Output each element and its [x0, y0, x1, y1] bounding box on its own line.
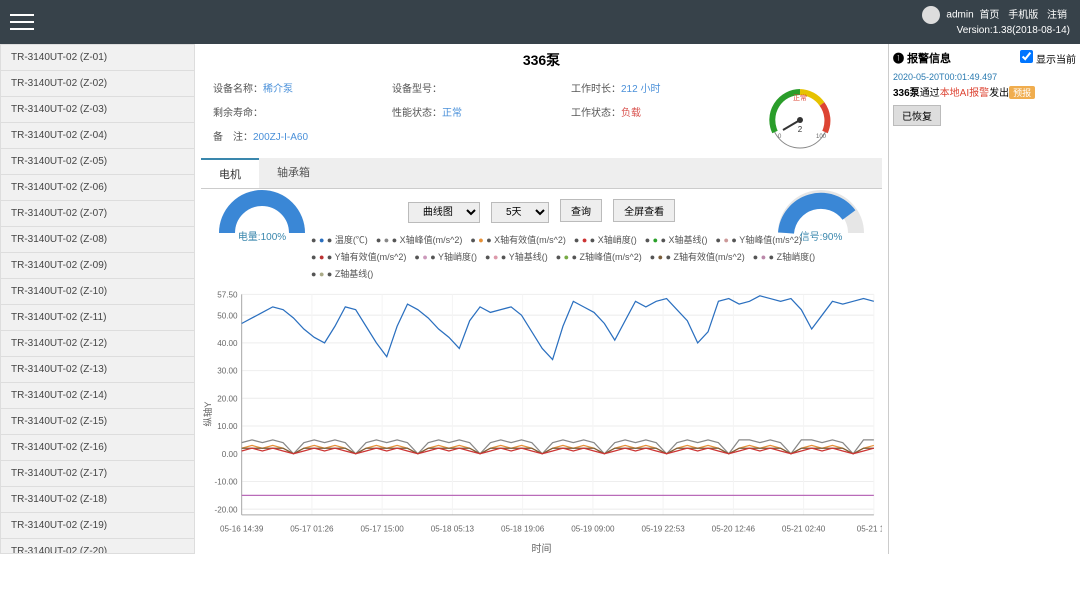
- legend-item[interactable]: Y轴峭度(): [414, 250, 477, 263]
- svg-text:05-19 22:53: 05-19 22:53: [641, 524, 685, 533]
- menu-icon[interactable]: [10, 9, 34, 35]
- alarm-panel: ❶ 报警信息 显示当前 2020-05-20T00:01:49.497 336泵…: [888, 44, 1080, 554]
- legend-item[interactable]: X轴峭度(): [574, 233, 637, 246]
- svg-text:100: 100: [816, 134, 827, 140]
- svg-text:05-20 12:46: 05-20 12:46: [712, 524, 756, 533]
- device-name: 稀介泵: [263, 84, 293, 95]
- sidebar-item[interactable]: TR-3140UT-02 (Z-02): [1, 71, 194, 97]
- sidebar-item[interactable]: TR-3140UT-02 (Z-18): [1, 487, 194, 513]
- legend-item[interactable]: Z轴峰值(m/s^2): [556, 250, 642, 263]
- query-button[interactable]: 查询: [560, 199, 602, 222]
- tab-motor[interactable]: 电机: [201, 158, 259, 188]
- device-perf: 正常: [442, 108, 462, 119]
- legend-item[interactable]: X轴峰值(m/s^2): [376, 233, 463, 246]
- svg-text:2: 2: [798, 125, 803, 134]
- avatar: [922, 6, 940, 24]
- gauge-dial: 正常 0 100 2: [750, 80, 850, 150]
- x-axis-label: 时间: [201, 540, 882, 554]
- sidebar-item[interactable]: TR-3140UT-02 (Z-17): [1, 461, 194, 487]
- device-info: 设备名称：稀介泵 设备型号： 工作时长：212 小时 正常 0 100 2: [201, 76, 882, 158]
- svg-text:正常: 正常: [793, 93, 807, 102]
- svg-text:05-17 01:26: 05-17 01:26: [290, 524, 334, 533]
- line-chart[interactable]: -20.00 -10.00 0.00 10.00 20.00 30.00 40.00 50.0…: [201, 284, 882, 544]
- legend-item[interactable]: Z轴峭度(): [753, 250, 815, 263]
- tabs: 电机 轴承箱: [201, 158, 882, 189]
- sidebar[interactable]: TR-3140UT-02 (Z-01)TR-3140UT-02 (Z-02)TR…: [0, 44, 195, 554]
- username: admin: [946, 10, 973, 21]
- version-text: Version:1.38(2018-08-14): [922, 24, 1070, 38]
- svg-text:05-21 14:: 05-21 14:: [857, 524, 882, 533]
- legend-item[interactable]: Z轴有效值(m/s^2): [650, 250, 745, 263]
- svg-text:57.50: 57.50: [217, 290, 238, 299]
- alarm-text: 336泵通过本地AI报警发出预报: [893, 84, 1076, 99]
- sidebar-item[interactable]: TR-3140UT-02 (Z-20): [1, 539, 194, 554]
- alarm-timestamp: 2020-05-20T00:01:49.497: [893, 72, 1076, 82]
- device-remark: 200ZJ-I-A60: [253, 132, 308, 143]
- tab-bearing[interactable]: 轴承箱: [259, 158, 328, 188]
- view-select[interactable]: 曲线图: [408, 202, 480, 223]
- chart-controls: 曲线图 5天 查询 全屏查看: [201, 193, 882, 229]
- legend-item[interactable]: Y轴基线(): [485, 250, 548, 263]
- svg-text:05-17 15:00: 05-17 15:00: [360, 524, 404, 533]
- alarm-title: ❶ 报警信息: [893, 50, 951, 66]
- svg-text:05-19 09:00: 05-19 09:00: [571, 524, 615, 533]
- svg-text:05-18 05:13: 05-18 05:13: [431, 524, 475, 533]
- show-current-checkbox[interactable]: 显示当前: [1020, 50, 1076, 66]
- sidebar-item[interactable]: TR-3140UT-02 (Z-16): [1, 435, 194, 461]
- svg-text:纵轴Y: 纵轴Y: [202, 402, 213, 427]
- content: 336泵 设备名称：稀介泵 设备型号： 工作时长：212 小时 正常 0: [195, 44, 888, 554]
- legend-item[interactable]: Z轴基线(): [311, 267, 373, 280]
- chart-legend: 温度(℃) X轴峰值(m/s^2) X轴有效值(m/s^2) X轴峭度() X轴基线()…: [201, 229, 882, 284]
- page-title: 336泵: [201, 44, 882, 76]
- ack-button[interactable]: 已恢复: [893, 105, 941, 126]
- legend-item[interactable]: 温度(℃): [311, 233, 368, 246]
- sidebar-item[interactable]: TR-3140UT-02 (Z-07): [1, 201, 194, 227]
- svg-text:50.00: 50.00: [217, 311, 238, 320]
- svg-text:0.00: 0.00: [222, 450, 238, 459]
- chart-area: 电量:100% 信号:90% 曲线图 5天 查询 全屏查看 温度(℃)X轴峰值(…: [201, 189, 882, 554]
- device-work: 负载: [621, 108, 641, 119]
- svg-text:05-18 19:06: 05-18 19:06: [501, 524, 545, 533]
- top-right: admin 首页 手机版 注销 Version:1.38(2018-08-14): [922, 6, 1070, 38]
- sidebar-item[interactable]: TR-3140UT-02 (Z-13): [1, 357, 194, 383]
- link-home[interactable]: 首页: [979, 10, 999, 21]
- svg-text:05-21 02:40: 05-21 02:40: [782, 524, 826, 533]
- device-hours: 212 小时: [621, 84, 660, 95]
- sidebar-item[interactable]: TR-3140UT-02 (Z-19): [1, 513, 194, 539]
- sidebar-item[interactable]: TR-3140UT-02 (Z-05): [1, 149, 194, 175]
- svg-text:-10.00: -10.00: [215, 477, 238, 486]
- fullscreen-button[interactable]: 全屏查看: [613, 199, 675, 222]
- link-mobile[interactable]: 手机版: [1008, 10, 1038, 21]
- svg-text:05-16 14:39: 05-16 14:39: [220, 524, 264, 533]
- svg-text:40.00: 40.00: [217, 339, 238, 348]
- sidebar-item[interactable]: TR-3140UT-02 (Z-12): [1, 331, 194, 357]
- svg-text:20.00: 20.00: [217, 394, 238, 403]
- range-select[interactable]: 5天: [491, 202, 549, 223]
- topbar: admin 首页 手机版 注销 Version:1.38(2018-08-14): [0, 0, 1080, 44]
- svg-text:10.00: 10.00: [217, 422, 238, 431]
- sidebar-item[interactable]: TR-3140UT-02 (Z-09): [1, 253, 194, 279]
- legend-item[interactable]: X轴有效值(m/s^2): [470, 233, 566, 246]
- sidebar-item[interactable]: TR-3140UT-02 (Z-08): [1, 227, 194, 253]
- sidebar-item[interactable]: TR-3140UT-02 (Z-04): [1, 123, 194, 149]
- sidebar-item[interactable]: TR-3140UT-02 (Z-06): [1, 175, 194, 201]
- svg-text:-20.00: -20.00: [215, 505, 238, 514]
- sidebar-item[interactable]: TR-3140UT-02 (Z-10): [1, 279, 194, 305]
- legend-item[interactable]: Y轴有效值(m/s^2): [311, 250, 406, 263]
- legend-item[interactable]: Y轴峰值(m/s^2): [716, 233, 802, 246]
- sidebar-item[interactable]: TR-3140UT-02 (Z-01): [1, 45, 194, 71]
- sidebar-item[interactable]: TR-3140UT-02 (Z-11): [1, 305, 194, 331]
- link-logout[interactable]: 注销: [1047, 10, 1067, 21]
- sidebar-item[interactable]: TR-3140UT-02 (Z-03): [1, 97, 194, 123]
- sidebar-item[interactable]: TR-3140UT-02 (Z-14): [1, 383, 194, 409]
- legend-item[interactable]: X轴基线(): [645, 233, 708, 246]
- sidebar-item[interactable]: TR-3140UT-02 (Z-15): [1, 409, 194, 435]
- svg-text:30.00: 30.00: [217, 367, 238, 376]
